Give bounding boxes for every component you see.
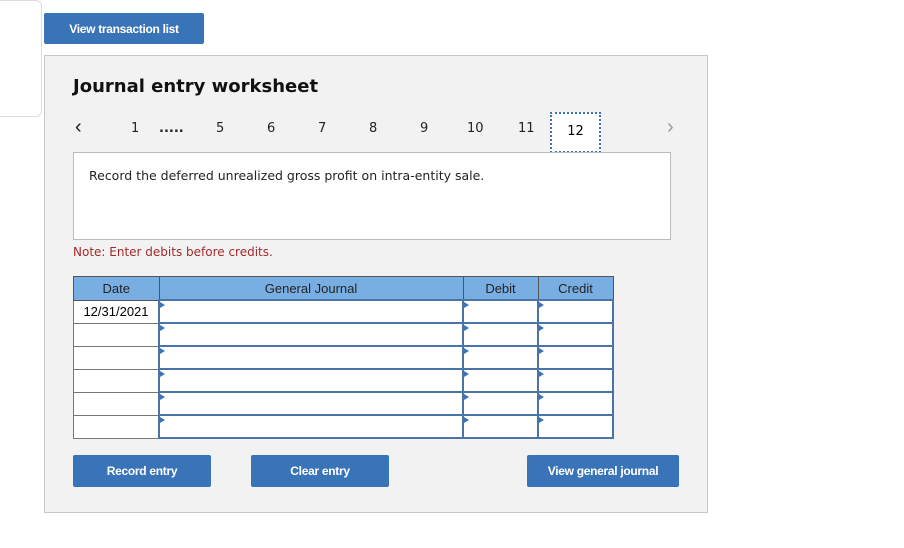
entry-navigation: ‹ 1 ..... 5 6 7 8 9 10 11 12 ›	[45, 112, 707, 153]
credit-input[interactable]	[537, 345, 614, 370]
credit-input[interactable]	[537, 299, 614, 324]
account-input[interactable]	[158, 322, 464, 347]
table-row	[73, 345, 614, 370]
table-row	[73, 368, 614, 393]
nav-item-5[interactable]: 5	[216, 121, 224, 136]
table-row: 12/31/2021	[73, 299, 614, 324]
nav-ellipsis: .....	[159, 121, 184, 136]
header-general-journal: General Journal	[158, 276, 464, 301]
view-general-journal-button[interactable]: View general journal	[527, 455, 679, 487]
entry-description: Record the deferred unrealized gross pro…	[89, 168, 485, 183]
table-row	[73, 322, 614, 347]
account-input[interactable]	[158, 345, 464, 370]
view-transaction-list-button[interactable]: View transaction list	[44, 13, 204, 44]
nav-item-12-active[interactable]: 12	[550, 112, 601, 153]
header-date: Date	[73, 276, 160, 301]
table-row	[73, 414, 614, 439]
debit-input[interactable]	[462, 414, 539, 439]
credit-input[interactable]	[537, 414, 614, 439]
debit-input[interactable]	[462, 299, 539, 324]
credit-input[interactable]	[537, 368, 614, 393]
nav-item-11[interactable]: 11	[518, 121, 535, 136]
record-entry-button[interactable]: Record entry	[73, 455, 211, 487]
nav-item-9[interactable]: 9	[420, 121, 428, 136]
header-debit: Debit	[462, 276, 539, 301]
date-cell[interactable]: 12/31/2021	[73, 299, 160, 324]
worksheet-title: Journal entry worksheet	[73, 76, 319, 97]
date-cell[interactable]	[73, 368, 160, 393]
nav-item-6[interactable]: 6	[267, 121, 275, 136]
entry-description-box: Record the deferred unrealized gross pro…	[73, 152, 671, 240]
date-cell[interactable]	[73, 345, 160, 370]
account-input[interactable]	[158, 299, 464, 324]
credit-input[interactable]	[537, 322, 614, 347]
debit-input[interactable]	[462, 368, 539, 393]
header-credit: Credit	[537, 276, 614, 301]
account-input[interactable]	[158, 391, 464, 416]
journal-table: Date General Journal Debit Credit 12/31/…	[73, 276, 614, 439]
account-input[interactable]	[158, 414, 464, 439]
nav-item-8[interactable]: 8	[369, 121, 377, 136]
chevron-left-icon[interactable]: ‹	[75, 116, 82, 139]
note-text: Note: Enter debits before credits.	[73, 245, 273, 259]
nav-item-10[interactable]: 10	[467, 121, 484, 136]
debit-input[interactable]	[462, 391, 539, 416]
nav-item-7[interactable]: 7	[318, 121, 326, 136]
date-cell[interactable]	[73, 322, 160, 347]
journal-worksheet-panel: Journal entry worksheet ‹ 1 ..... 5 6 7 …	[44, 55, 708, 513]
table-row	[73, 391, 614, 416]
side-panel	[0, 0, 42, 117]
account-input[interactable]	[158, 368, 464, 393]
date-cell[interactable]	[73, 391, 160, 416]
nav-item-1[interactable]: 1	[131, 121, 139, 136]
clear-entry-button[interactable]: Clear entry	[251, 455, 389, 487]
chevron-right-icon[interactable]: ›	[667, 116, 674, 139]
credit-input[interactable]	[537, 391, 614, 416]
date-cell[interactable]	[73, 414, 160, 439]
debit-input[interactable]	[462, 322, 539, 347]
debit-input[interactable]	[462, 345, 539, 370]
